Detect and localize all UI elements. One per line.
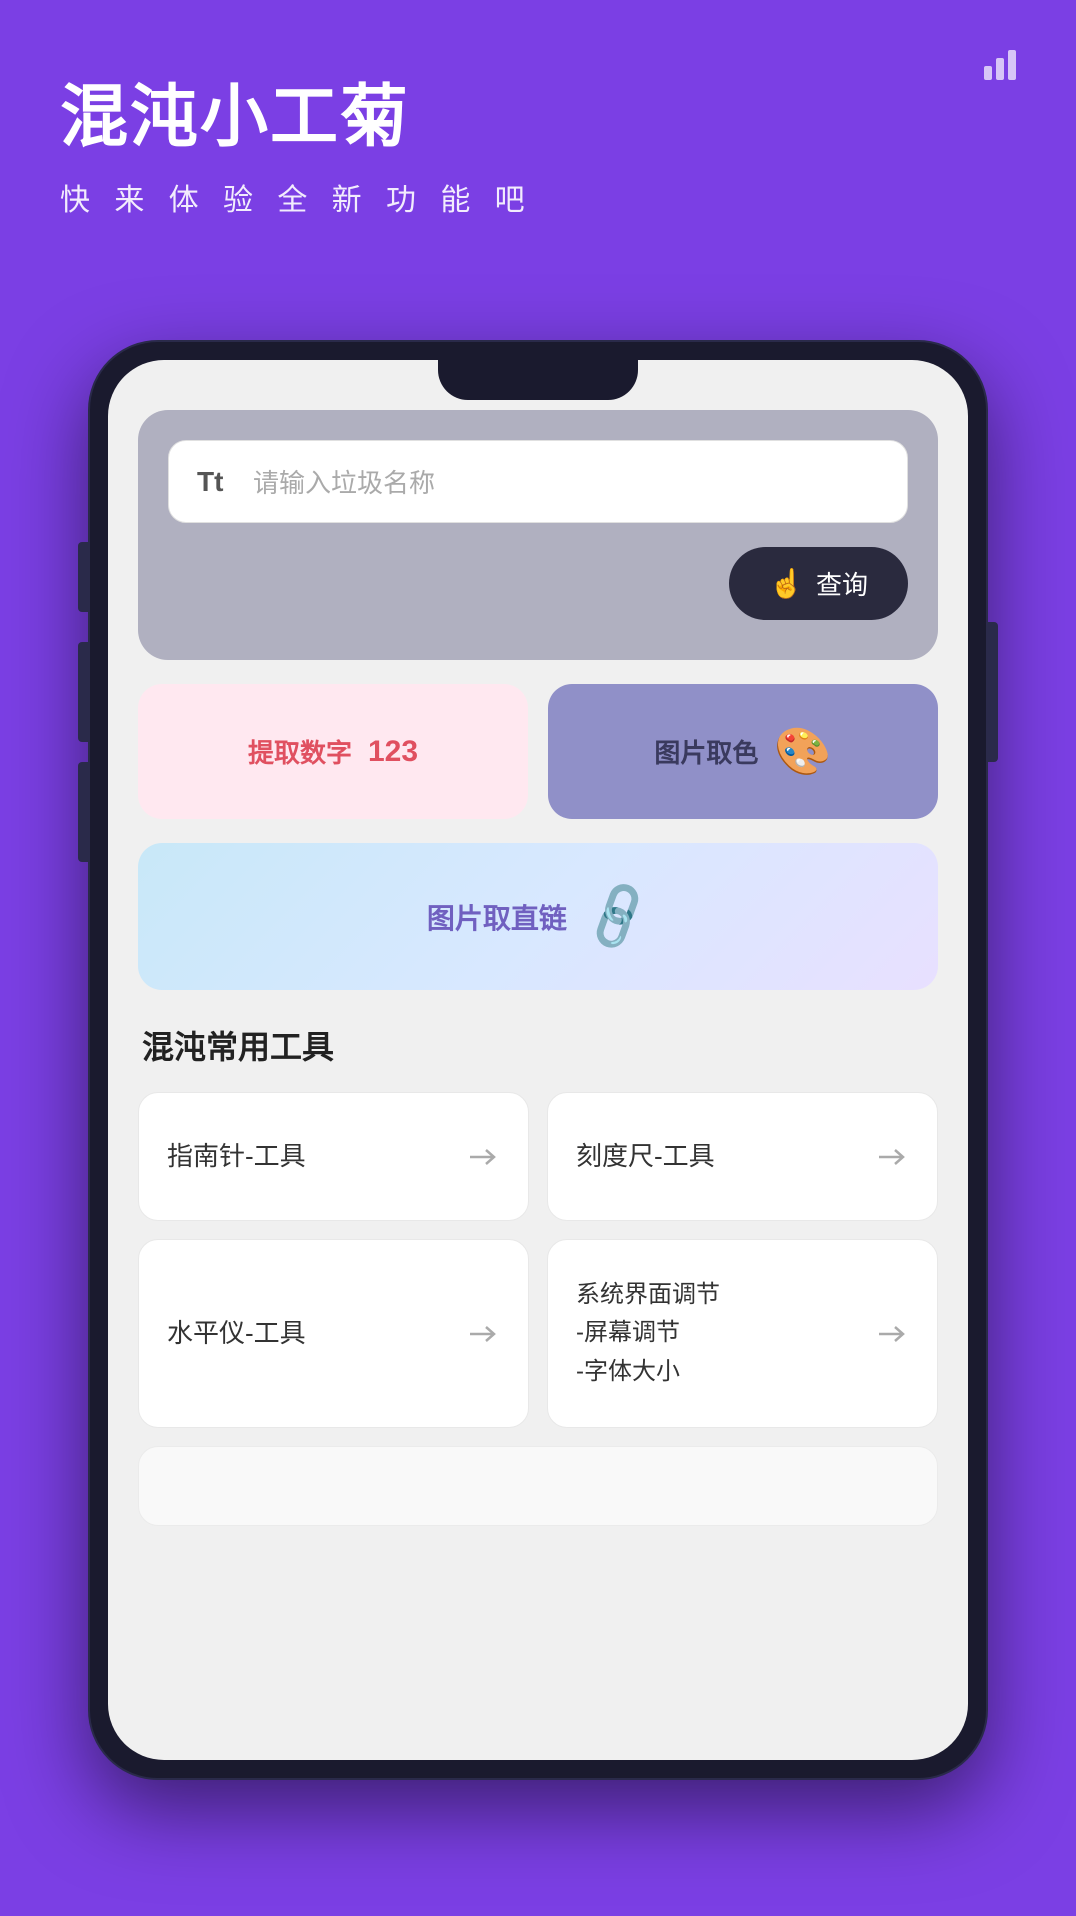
finger-icon: ☝ [769, 567, 804, 600]
color-pick-label: 图片取色 [654, 733, 758, 770]
search-placeholder: 请输入垃圾名称 [253, 463, 435, 500]
phone-button-vol-up [78, 642, 88, 742]
feature-cards-row: 提取数字 123 图片取色 🎨 [138, 684, 938, 819]
tool-card-system[interactable]: 系统界面调节-屏幕调节-字体大小 [547, 1239, 938, 1428]
tool-name-system: 系统界面调节-屏幕调节-字体大小 [576, 1276, 720, 1391]
phone-frame: Tt 请输入垃圾名称 ☝ 查询 提取数字 123 [88, 340, 988, 1780]
tt-icon: Tt [197, 466, 237, 498]
tool-name-ruler: 刻度尺-工具 [576, 1137, 715, 1176]
card-image-link[interactable]: 图片取直链 🔗 [138, 843, 938, 990]
palette-icon: 🎨 [774, 724, 831, 779]
extract-number-icon: 123 [368, 735, 418, 769]
card-color-pick[interactable]: 图片取色 🎨 [548, 684, 938, 819]
header-area: 混沌小工菊 快 来 体 验 全 新 功 能 吧 [0, 0, 1076, 259]
tool-arrow-system [879, 1324, 909, 1344]
tool-name-level: 水平仪-工具 [167, 1314, 306, 1353]
phone-button-vol-down [78, 762, 88, 862]
tool-card-level[interactable]: 水平仪-工具 [138, 1239, 529, 1428]
search-btn-row: ☝ 查询 [168, 547, 908, 620]
extract-number-label: 提取数字 [248, 733, 352, 770]
phone-container: Tt 请输入垃圾名称 ☝ 查询 提取数字 123 [88, 340, 988, 1780]
tools-grid: 指南针-工具 刻度尺-工具 水平仪-工具 [138, 1092, 938, 1428]
tool-name-compass: 指南针-工具 [167, 1137, 306, 1176]
search-input-container[interactable]: Tt 请输入垃圾名称 [168, 440, 908, 523]
tools-section-title: 混沌常用工具 [138, 1022, 938, 1068]
phone-button-power [988, 622, 998, 762]
query-button-label: 查询 [816, 565, 868, 602]
bottom-partial-card [138, 1446, 938, 1526]
link-icon: 🔗 [577, 877, 658, 957]
image-link-label: 图片取直链 [427, 897, 567, 937]
tool-card-compass[interactable]: 指南针-工具 [138, 1092, 529, 1221]
tool-arrow-level [470, 1324, 500, 1344]
phone-notch [438, 360, 638, 400]
card-extract-number[interactable]: 提取数字 123 [138, 684, 528, 819]
tool-card-ruler[interactable]: 刻度尺-工具 [547, 1092, 938, 1221]
search-section: Tt 请输入垃圾名称 ☝ 查询 [138, 410, 938, 660]
phone-button-mute [78, 542, 88, 612]
app-title: 混沌小工菊 [60, 80, 1016, 155]
query-button[interactable]: ☝ 查询 [729, 547, 908, 620]
phone-content: Tt 请输入垃圾名称 ☝ 查询 提取数字 123 [108, 360, 968, 1760]
app-subtitle: 快 来 体 验 全 新 功 能 吧 [60, 175, 1016, 219]
tool-arrow-ruler [879, 1147, 909, 1167]
phone-screen: Tt 请输入垃圾名称 ☝ 查询 提取数字 123 [108, 360, 968, 1760]
tool-arrow-compass [470, 1147, 500, 1167]
